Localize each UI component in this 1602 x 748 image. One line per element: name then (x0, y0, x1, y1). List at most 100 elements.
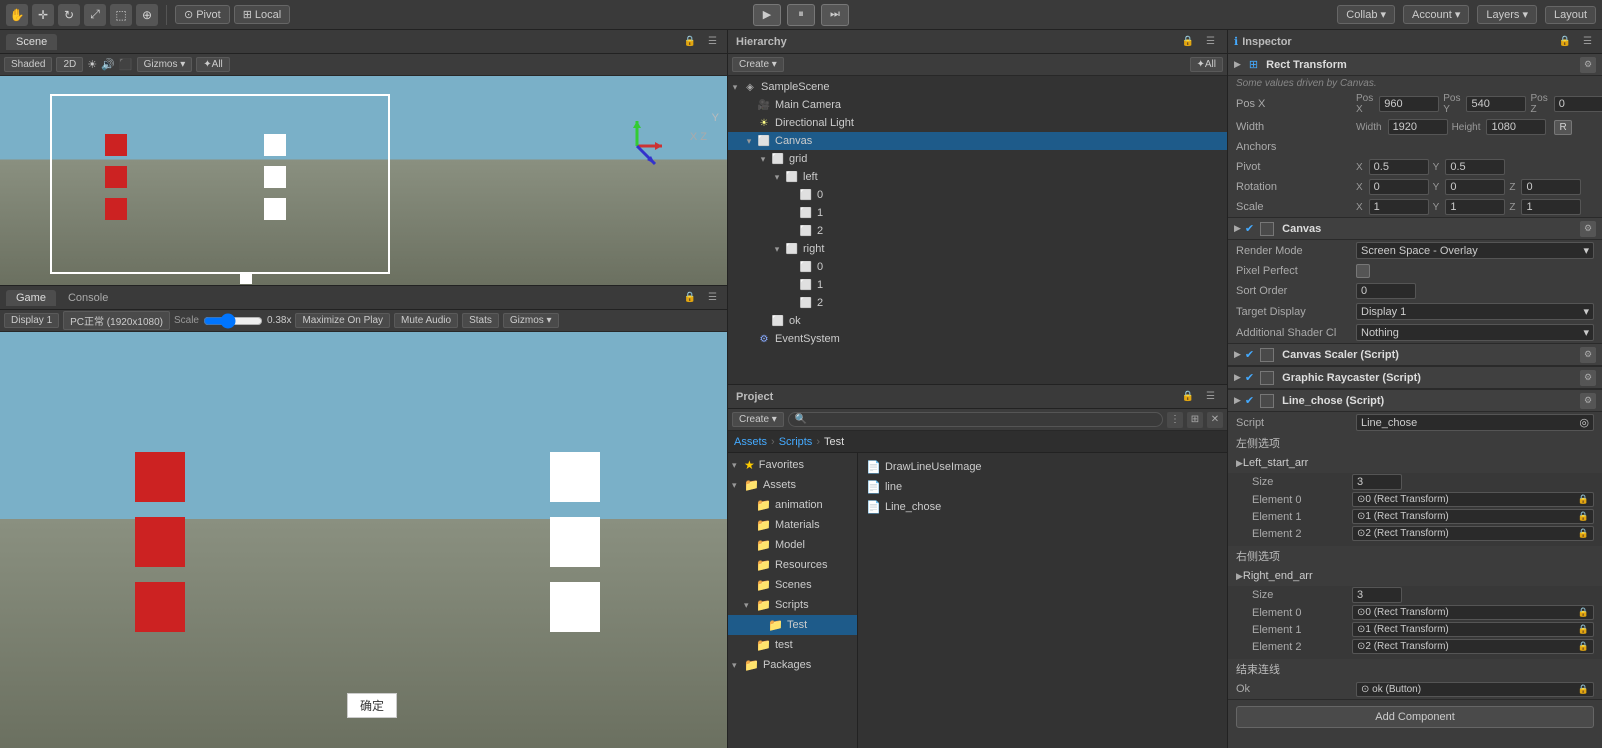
roty-field[interactable] (1445, 179, 1505, 195)
stats-button[interactable]: Stats (462, 313, 499, 328)
left-el0-field[interactable]: ⊙0 (Rect Transform) 🔒 (1352, 492, 1594, 507)
audio-icon[interactable]: 🔊 (101, 58, 115, 71)
folder-item-Scenes[interactable]: 📁Scenes (728, 575, 857, 595)
project-lock-icon[interactable]: 🔒 (1178, 390, 1198, 403)
left-el2-field[interactable]: ⊙2 (Rect Transform) 🔒 (1352, 526, 1594, 541)
layout-button[interactable]: Layout (1545, 6, 1596, 24)
folder-item-Scripts[interactable]: ▾📁Scripts (728, 595, 857, 615)
hand-tool-icon[interactable]: ✋ (6, 4, 28, 26)
posy-field[interactable] (1466, 96, 1526, 112)
hierarchy-item-Main Camera[interactable]: 🎥Main Camera (728, 96, 1227, 114)
additional-shader-dropdown[interactable]: Nothing ▾ (1356, 324, 1594, 341)
file-item-Line_chose[interactable]: 📄Line_chose (862, 497, 1223, 517)
hierarchy-lock-icon[interactable]: 🔒 (1178, 35, 1198, 48)
account-button[interactable]: Account ▾ (1403, 5, 1469, 24)
width-field[interactable] (1388, 119, 1448, 135)
render-mode-dropdown[interactable]: Screen Space - Overlay ▾ (1356, 242, 1594, 259)
folder-item-animation[interactable]: 📁animation (728, 495, 857, 515)
game-gizmos-button[interactable]: Gizmos ▾ (503, 313, 559, 328)
canvas-scaler-header[interactable]: ▶ ✔ Canvas Scaler (Script) ⚙ (1228, 344, 1602, 366)
rect-tool-icon[interactable]: ⬚ (110, 4, 132, 26)
folder-item-Test[interactable]: 📁Test (728, 615, 857, 635)
collab-button[interactable]: Collab ▾ (1337, 5, 1395, 24)
right-size-field[interactable] (1352, 587, 1402, 603)
project-view-btn2[interactable]: ⊞ (1187, 412, 1203, 428)
add-component-button[interactable]: Add Component (1236, 706, 1594, 728)
game-menu-icon[interactable]: ☰ (704, 291, 721, 304)
target-display-dropdown[interactable]: Display 1 ▾ (1356, 303, 1594, 320)
sort-order-field[interactable] (1356, 283, 1416, 299)
folder-item-Assets[interactable]: ▾📁Assets (728, 475, 857, 495)
hierarchy-item-1[interactable]: ⬜1 (728, 204, 1227, 222)
file-item-line[interactable]: 📄line (862, 477, 1223, 497)
rotx-field[interactable] (1369, 179, 1429, 195)
light-icon[interactable]: ☀ (87, 58, 97, 71)
scene-menu-icon[interactable]: ☰ (704, 35, 721, 48)
right-el1-field[interactable]: ⊙1 (Rect Transform) 🔒 (1352, 622, 1594, 637)
hierarchy-item-Canvas[interactable]: ▾⬜Canvas (728, 132, 1227, 150)
folder-item-Model[interactable]: 📁Model (728, 535, 857, 555)
maximize-button[interactable]: Maximize On Play (295, 313, 390, 328)
game-lock-icon[interactable]: 🔒 (680, 291, 700, 304)
canvas-gear-icon[interactable]: ⚙ (1580, 221, 1596, 237)
gizmos-button[interactable]: Gizmos ▾ (137, 57, 193, 72)
play-button[interactable]: ▶ (753, 4, 781, 26)
pivotx-field[interactable] (1369, 159, 1429, 175)
hierarchy-item-1[interactable]: ⬜1 (728, 276, 1227, 294)
breadcrumb-segment-Scripts[interactable]: Scripts (779, 436, 813, 448)
transform-tool-icon[interactable]: ⊕ (136, 4, 158, 26)
rotate-tool-icon[interactable]: ↻ (58, 4, 80, 26)
scalez-field[interactable] (1521, 199, 1581, 215)
inspector-menu-icon[interactable]: ☰ (1579, 35, 1596, 48)
rotz-field[interactable] (1521, 179, 1581, 195)
height-field[interactable] (1486, 119, 1546, 135)
hierarchy-item-right[interactable]: ▾⬜right (728, 240, 1227, 258)
file-item-DrawLineUseImage[interactable]: 📄DrawLineUseImage (862, 457, 1223, 477)
folder-item-Resources[interactable]: 📁Resources (728, 555, 857, 575)
inspector-lock-icon[interactable]: 🔒 (1555, 35, 1575, 48)
hierarchy-item-0[interactable]: ⬜0 (728, 186, 1227, 204)
shaded-button[interactable]: Shaded (4, 57, 52, 72)
hierarchy-item-SampleScene[interactable]: ▾◈SampleScene (728, 78, 1227, 96)
tab-scene[interactable]: Scene (6, 34, 57, 50)
folder-item-test[interactable]: 📁test (728, 635, 857, 655)
hierarchy-item-left[interactable]: ▾⬜left (728, 168, 1227, 186)
hierarchy-item-2[interactable]: ⬜2 (728, 294, 1227, 312)
scale-slider[interactable] (203, 317, 263, 325)
project-view-btn1[interactable]: ⋮ (1167, 412, 1183, 428)
rect-transform-header[interactable]: ▶ ⊞ Rect Transform ⚙ (1228, 54, 1602, 76)
breadcrumb-segment-Assets[interactable]: Assets (734, 436, 767, 448)
resolution-button[interactable]: PC正常 (1920x1080) (63, 311, 170, 330)
constrain-icon[interactable]: R (1554, 120, 1571, 135)
display-button[interactable]: Display 1 (4, 313, 59, 328)
hierarchy-item-grid[interactable]: ▾⬜grid (728, 150, 1227, 168)
all-button[interactable]: ✦All (196, 57, 230, 72)
game-ok-button[interactable]: 确定 (347, 693, 397, 718)
right-el2-field[interactable]: ⊙2 (Rect Transform) 🔒 (1352, 639, 1594, 654)
hierarchy-item-0[interactable]: ⬜0 (728, 258, 1227, 276)
ok-field[interactable]: ⊙ ok (Button) 🔒 (1356, 682, 1594, 697)
scaley-field[interactable] (1445, 199, 1505, 215)
pivot-button[interactable]: ⊙ Pivot (175, 5, 230, 24)
folder-item-Materials[interactable]: 📁Materials (728, 515, 857, 535)
move-tool-icon[interactable]: ✛ (32, 4, 54, 26)
rect-gear-icon[interactable]: ⚙ (1580, 57, 1596, 73)
local-button[interactable]: ⊞ Local (234, 5, 291, 24)
graphic-raycaster-gear-icon[interactable]: ⚙ (1580, 370, 1596, 386)
hierarchy-menu-icon[interactable]: ☰ (1202, 35, 1219, 48)
hierarchy-item-EventSystem[interactable]: ⚙EventSystem (728, 330, 1227, 348)
posx-field[interactable] (1379, 96, 1439, 112)
effects-icon[interactable]: ⬛ (119, 58, 133, 71)
hierarchy-item-Directional Light[interactable]: ☀Directional Light (728, 114, 1227, 132)
project-menu-icon[interactable]: ☰ (1202, 390, 1219, 403)
left-size-field[interactable] (1352, 474, 1402, 490)
line-chose-gear-icon[interactable]: ⚙ (1580, 393, 1596, 409)
graphic-raycaster-header[interactable]: ▶ ✔ Graphic Raycaster (Script) ⚙ (1228, 367, 1602, 389)
scalex-field[interactable] (1369, 199, 1429, 215)
canvas-header[interactable]: ▶ ✔ Canvas ⚙ (1228, 218, 1602, 240)
2d-button[interactable]: 2D (56, 57, 83, 72)
folder-item-Packages[interactable]: ▾📁Packages (728, 655, 857, 675)
scale-tool-icon[interactable]: ⤢ (84, 4, 106, 26)
canvas-scaler-gear-icon[interactable]: ⚙ (1580, 347, 1596, 363)
project-create-button[interactable]: Create ▾ (732, 412, 784, 427)
